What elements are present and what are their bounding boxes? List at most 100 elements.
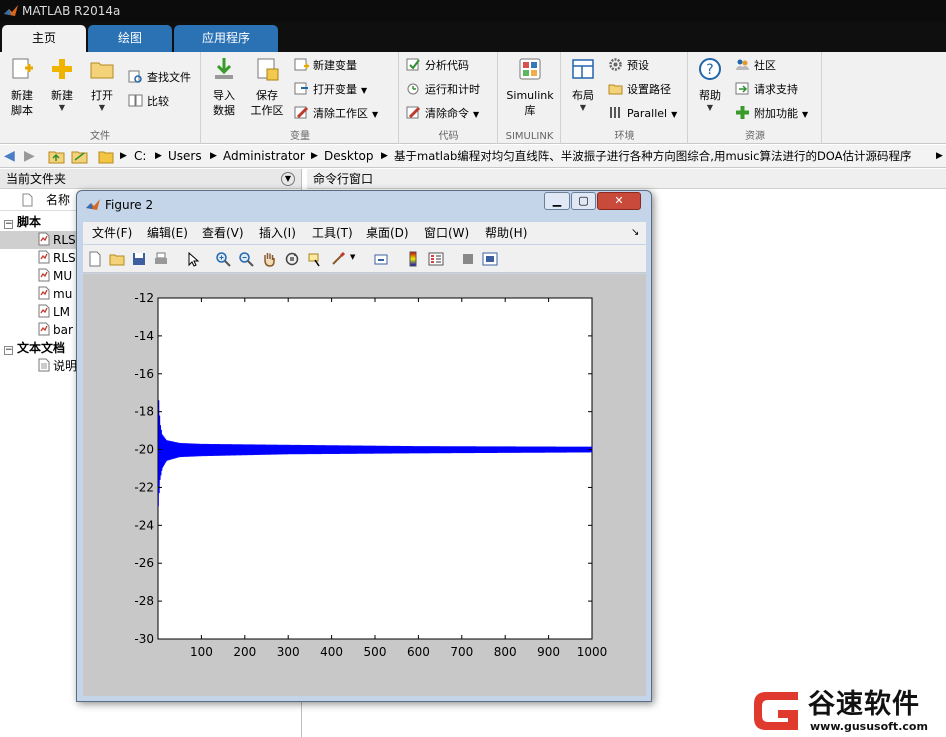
section-label-simulink: SIMULINK (505, 131, 554, 142)
data-cursor-icon[interactable] (307, 251, 323, 267)
file-row[interactable]: mu (38, 285, 72, 303)
zoom-out-icon[interactable] (238, 251, 254, 267)
layout-button[interactable]: 布局 ▼ (566, 56, 600, 113)
clear-commands-button[interactable]: 清除命令 ▼ (406, 104, 479, 124)
plot-area[interactable] (157, 297, 593, 640)
open-file-icon[interactable] (109, 251, 125, 267)
pan-icon[interactable] (261, 251, 277, 267)
run-and-time-button[interactable]: 运行和计时 (406, 80, 480, 100)
tab-home[interactable]: 主页 (2, 25, 86, 52)
open-variable-button[interactable]: 打开变量 ▼ (294, 80, 367, 100)
analyze-code-icon (406, 58, 420, 71)
figure-window[interactable]: Figure 2 ▁ ▢ ✕ 文件(F) 编辑(E) 查看(V) 插入(I) 工… (76, 190, 652, 702)
ribbon-section-variable: 导入 数据 保存 工作区 新建变量 打开变量 ▼ 清除工作区 ▼ 变量 (202, 52, 399, 144)
brush-icon[interactable] (330, 251, 346, 267)
file-row[interactable]: RLS (0, 231, 78, 249)
save-workspace-button[interactable]: 保存 工作区 (246, 56, 288, 118)
show-plot-tools-icon[interactable] (482, 251, 498, 267)
new-button[interactable]: 新建 ▼ (44, 56, 80, 113)
breadcrumb-project-folder[interactable]: 基于matlab编程对均匀直线阵、半波振子进行各种方向图综合,用music算法进… (394, 145, 934, 167)
clear-workspace-button[interactable]: 清除工作区 ▼ (294, 104, 378, 124)
new-variable-button[interactable]: 新建变量 (294, 56, 357, 76)
column-name[interactable]: 名称 (46, 189, 70, 211)
add-ons-button[interactable]: 附加功能 ▼ (735, 104, 808, 124)
y-tick-label: -24 (134, 518, 154, 532)
title-bar: MATLAB R2014a (0, 0, 946, 22)
request-support-button[interactable]: 请求支持 (735, 80, 798, 100)
breadcrumb-c[interactable]: C: (134, 145, 146, 167)
legend-icon[interactable] (428, 251, 444, 267)
y-tick-label: -20 (134, 443, 154, 457)
tab-plots[interactable]: 绘图 (88, 25, 172, 52)
link-plot-icon[interactable] (373, 251, 389, 267)
menu-window[interactable]: 窗口(W) (424, 222, 469, 244)
m-file-icon (38, 304, 50, 318)
collapse-icon[interactable]: − (4, 346, 13, 355)
breadcrumb-separator: ▶ (381, 151, 388, 161)
file-row[interactable]: MU (38, 267, 72, 285)
back-arrow-icon[interactable]: ◀ (4, 148, 15, 164)
file-row[interactable]: RLS (38, 249, 76, 267)
file-row[interactable]: LM (38, 303, 70, 321)
close-button[interactable]: ✕ (597, 192, 641, 210)
new-figure-icon[interactable] (87, 251, 103, 267)
parallel-button[interactable]: Parallel ▼ (608, 104, 677, 124)
chevron-down-icon[interactable]: ▼ (350, 253, 355, 261)
find-files-button[interactable]: 查找文件 (128, 68, 191, 88)
menu-file[interactable]: 文件(F) (92, 222, 132, 244)
forward-arrow-icon[interactable]: ▶ (24, 148, 35, 164)
file-row[interactable]: bar (38, 321, 73, 339)
line-chart[interactable]: -12 -14 -16 -18 -20 -22 -24 -26 -28 -30 100 200 300… (83, 274, 646, 696)
open-button[interactable]: 打开 ▼ (84, 56, 120, 113)
breadcrumb-users[interactable]: Users (168, 145, 202, 167)
menu-tools[interactable]: 工具(T) (312, 222, 353, 244)
save-icon[interactable] (131, 251, 147, 267)
help-button[interactable]: ? 帮助 ▼ (693, 56, 727, 113)
tree-group-text-docs[interactable]: − 文本文档 (4, 339, 65, 357)
menu-view[interactable]: 查看(V) (202, 222, 244, 244)
maximize-button[interactable]: ▢ (571, 192, 596, 210)
m-file-icon (38, 268, 50, 282)
analyze-code-button[interactable]: 分析代码 (406, 56, 469, 76)
print-icon[interactable] (153, 251, 169, 267)
tree-group-scripts[interactable]: − 脚本 (4, 213, 41, 231)
colorbar-icon[interactable] (405, 251, 421, 267)
compare-icon (128, 94, 143, 107)
breadcrumb-separator: ▶ (120, 151, 127, 161)
figure-title-bar[interactable]: Figure 2 ▁ ▢ ✕ (77, 191, 651, 219)
new-script-button[interactable]: 新建 脚本 (4, 56, 40, 118)
menu-insert[interactable]: 插入(I) (259, 222, 296, 244)
current-folder-header: 当前文件夹 ▼ (0, 169, 301, 189)
chevron-down-icon: ▼ (98, 103, 106, 112)
menu-dock-icon[interactable]: ↘ (631, 222, 639, 244)
hide-plot-tools-icon[interactable] (460, 251, 476, 267)
set-path-button[interactable]: 设置路径 (608, 80, 671, 100)
file-row[interactable]: 说明 (38, 357, 77, 375)
minimize-button[interactable]: ▁ (544, 192, 570, 210)
up-folder-icon[interactable] (48, 148, 65, 164)
menu-desktop[interactable]: 桌面(D) (366, 222, 409, 244)
parallel-icon (610, 107, 620, 118)
simulink-library-button[interactable]: Simulink 库 (502, 56, 558, 118)
compare-button[interactable]: 比较 (128, 92, 169, 112)
preferences-button[interactable]: 预设 (608, 56, 649, 76)
figure-canvas[interactable]: -12 -14 -16 -18 -20 -22 -24 -26 -28 -30 100 200 300… (83, 274, 646, 696)
breadcrumb-separator: ▶ (210, 151, 217, 161)
collapse-icon[interactable]: − (4, 220, 13, 229)
menu-help[interactable]: 帮助(H) (485, 222, 527, 244)
watermark-logo: 谷速软件 www.gususoft.com (748, 682, 946, 737)
panel-actions-icon[interactable]: ▼ (281, 172, 295, 186)
import-data-button[interactable]: 导入 数据 (206, 56, 242, 118)
plus-icon (52, 59, 72, 79)
rotate-3d-icon[interactable] (284, 251, 300, 267)
breadcrumb-more[interactable]: ▶ (936, 145, 943, 167)
zoom-in-icon[interactable] (215, 251, 231, 267)
tab-apps[interactable]: 应用程序 (174, 25, 278, 52)
browse-folder-icon[interactable] (71, 148, 88, 164)
pointer-icon[interactable] (185, 251, 201, 267)
menu-edit[interactable]: 编辑(E) (147, 222, 188, 244)
m-file-icon (38, 322, 50, 336)
community-button[interactable]: 社区 (735, 56, 776, 76)
breadcrumb-desktop[interactable]: Desktop (324, 145, 374, 167)
breadcrumb-administrator[interactable]: Administrator (223, 145, 305, 167)
